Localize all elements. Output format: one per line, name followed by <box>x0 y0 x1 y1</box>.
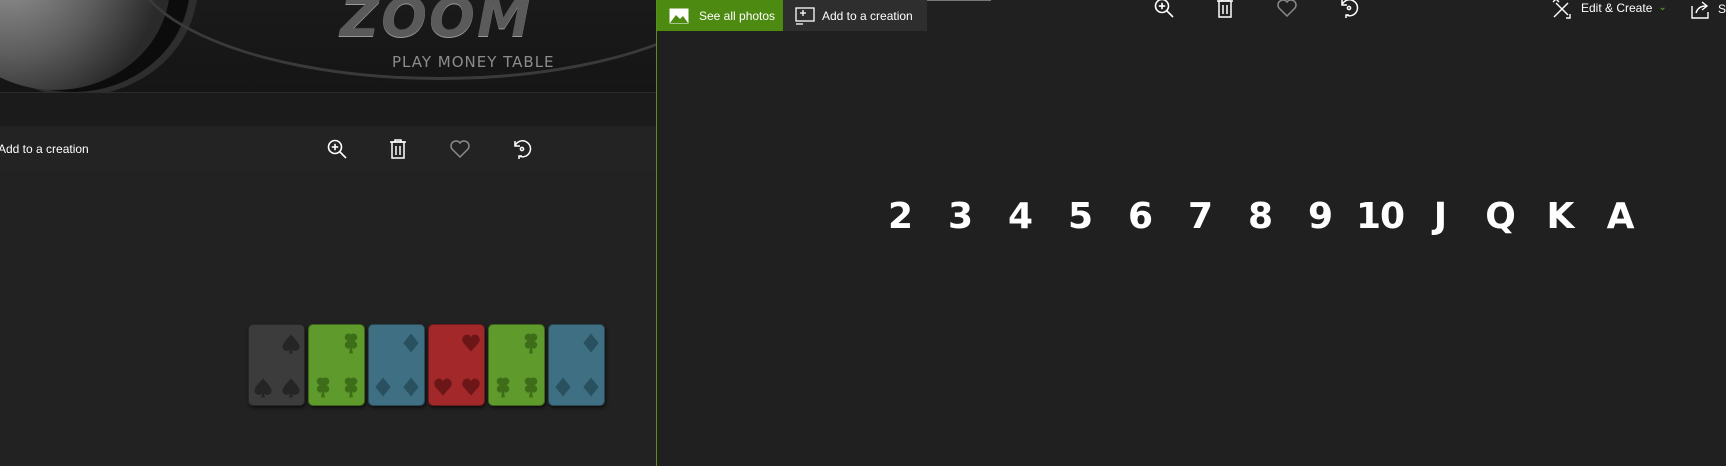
spade-pip-icon <box>282 378 300 398</box>
rotate-icon[interactable] <box>1337 0 1361 20</box>
rank-2: 2 <box>887 196 913 237</box>
card-club <box>488 324 545 406</box>
heart-pips <box>434 334 480 396</box>
club-pips <box>496 333 538 398</box>
heart-pip-icon <box>434 378 452 396</box>
delete-icon[interactable] <box>1213 0 1237 20</box>
diamond-pips <box>555 333 599 397</box>
left-photo-window: ZOOM PLAY MONEY TABLE Add to a creation <box>0 0 656 466</box>
photos-icon <box>669 8 689 23</box>
club-pip-icon <box>344 377 358 398</box>
rank-j: J <box>1433 196 1447 237</box>
zoom-in-icon[interactable] <box>1152 0 1176 20</box>
share-icon <box>1691 1 1709 19</box>
card-ranks-row: 2 3 4 5 6 7 8 9 10 J Q K A <box>870 196 1650 237</box>
card-spade <box>248 324 305 406</box>
rank-5: 5 <box>1067 196 1093 237</box>
rank-4: 4 <box>1007 196 1033 237</box>
rank-3: 3 <box>947 196 973 237</box>
spade-pips <box>254 334 300 398</box>
card-diamond <box>368 324 425 406</box>
rank-k: K <box>1546 196 1575 237</box>
left-add-to-creation-button[interactable]: Add to a creation <box>0 142 89 156</box>
diamond-pip-icon <box>375 377 391 397</box>
diamond-pip-icon <box>403 377 419 397</box>
diamond-pip-icon <box>583 377 599 397</box>
zoom-in-icon[interactable] <box>325 137 349 161</box>
card-heart <box>428 324 485 406</box>
see-all-photos-button[interactable]: See all photos <box>657 0 783 31</box>
spade-pip-icon <box>254 378 272 398</box>
share-button[interactable]: S <box>1690 0 1726 20</box>
spade-pip-icon <box>282 334 300 354</box>
rank-q: Q <box>1485 196 1516 237</box>
rank-10: 10 <box>1355 196 1405 237</box>
rank-8: 8 <box>1247 196 1273 237</box>
title-underline <box>927 0 991 1</box>
rank-7: 7 <box>1187 196 1213 237</box>
zoom-banner-image: ZOOM PLAY MONEY TABLE <box>0 0 656 92</box>
favorite-icon[interactable] <box>1275 0 1299 20</box>
club-pips <box>316 333 358 398</box>
add-to-creation-label: Add to a creation <box>822 8 913 23</box>
diamond-pips <box>375 333 419 397</box>
club-pip-icon <box>496 377 510 398</box>
club-pip-icon <box>524 333 538 354</box>
edit-create-button[interactable]: Edit & Create ⌄ <box>1551 0 1667 19</box>
rank-a: A <box>1606 196 1635 237</box>
banner-bottom-strip <box>0 92 656 126</box>
edit-create-icon <box>1552 0 1571 19</box>
play-money-table-label: PLAY MONEY TABLE <box>392 53 555 71</box>
heart-pip-icon <box>462 378 480 396</box>
rank-6: 6 <box>1127 196 1153 237</box>
rank-9: 9 <box>1307 196 1333 237</box>
diamond-pip-icon <box>403 333 419 353</box>
club-pip-icon <box>316 377 330 398</box>
right-photo-window: See all photos Add to a creation Edit & … <box>657 0 1726 466</box>
add-creation-icon <box>795 6 815 25</box>
banner-metal-disc <box>0 0 170 90</box>
card-diamond <box>548 324 605 406</box>
club-pip-icon <box>524 377 538 398</box>
heart-pip-icon <box>462 334 480 352</box>
card-club <box>308 324 365 406</box>
see-all-photos-label: See all photos <box>699 8 776 23</box>
zoom-logo: ZOOM <box>340 0 533 49</box>
diamond-pip-icon <box>583 333 599 353</box>
chevron-down-icon: ⌄ <box>1658 1 1667 13</box>
rotate-icon[interactable] <box>510 137 534 161</box>
favorite-icon[interactable] <box>448 137 472 161</box>
delete-icon[interactable] <box>386 137 410 161</box>
club-pip-icon <box>344 333 358 354</box>
add-to-creation-button[interactable]: Add to a creation <box>783 0 927 31</box>
share-label: S <box>1718 1 1726 16</box>
diamond-pip-icon <box>555 377 571 397</box>
edit-create-label: Edit & Create <box>1581 0 1653 15</box>
